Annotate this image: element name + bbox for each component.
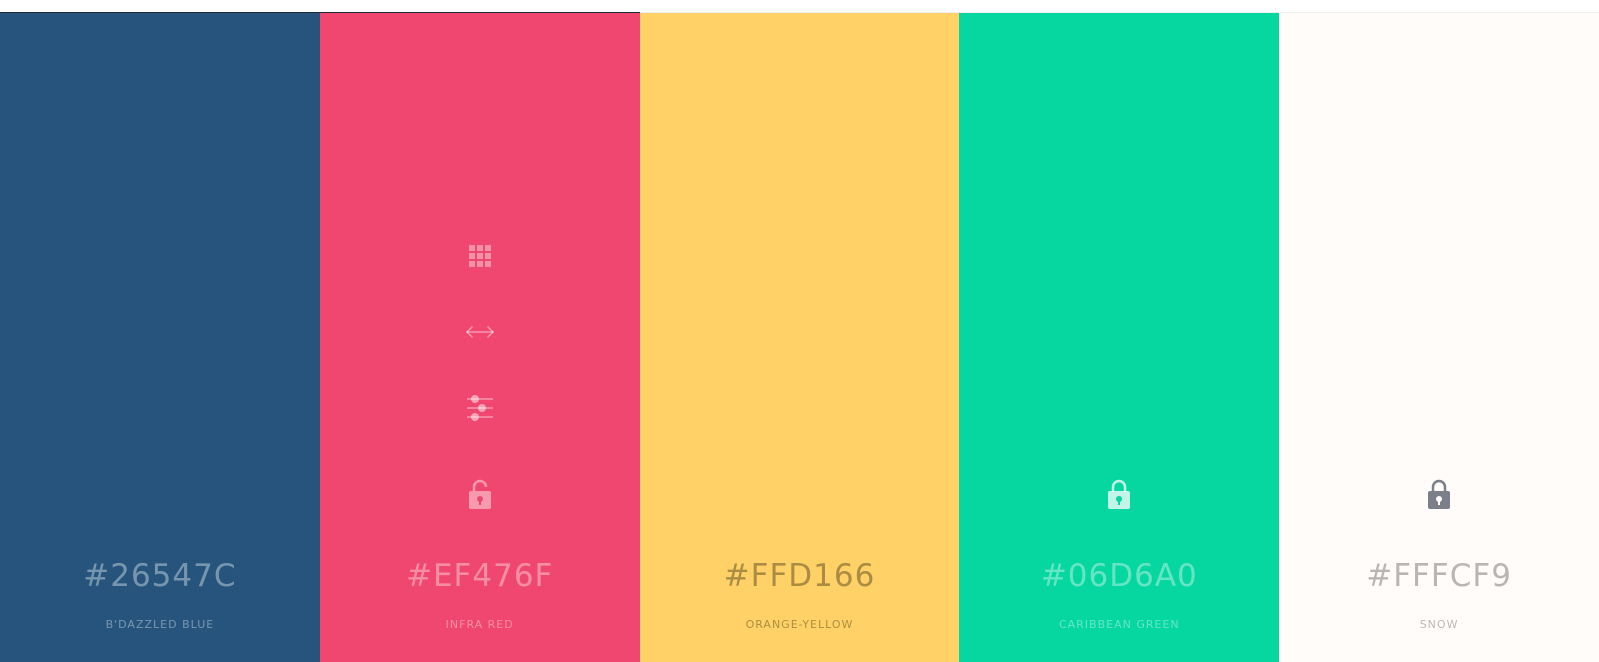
swatch-2[interactable]: #EF476F INFRA RED bbox=[319, 13, 640, 662]
swatch-color-name[interactable]: B'DAZZLED BLUE bbox=[0, 618, 320, 631]
swatch-3[interactable]: #FFD166 ORANGE-YELLOW bbox=[639, 13, 960, 662]
lock-icon[interactable] bbox=[1424, 478, 1454, 510]
swatch-hex-code[interactable]: #FFFCF9 bbox=[1279, 558, 1599, 594]
swatch-color-name[interactable]: SNOW bbox=[1279, 618, 1599, 631]
swatch-hex-code[interactable]: #26547C bbox=[0, 558, 320, 594]
swatch-1[interactable]: #26547C B'DAZZLED BLUE bbox=[0, 13, 320, 662]
swatch-tools bbox=[465, 241, 495, 469]
swatch-hex-code[interactable]: #06D6A0 bbox=[959, 558, 1279, 594]
swatch-color-name[interactable]: INFRA RED bbox=[320, 618, 640, 631]
top-toolbar bbox=[0, 0, 1599, 13]
grid-icon[interactable] bbox=[465, 241, 495, 271]
swatch-hex-code[interactable]: #FFD166 bbox=[640, 558, 960, 594]
sliders-icon[interactable] bbox=[465, 393, 495, 423]
swatch-color-name[interactable]: CARIBBEAN GREEN bbox=[959, 618, 1279, 631]
lock-icon[interactable] bbox=[1104, 478, 1134, 510]
swatch-4[interactable]: #06D6A0 CARIBBEAN GREEN bbox=[959, 13, 1280, 662]
swatch-5[interactable]: #FFFCF9 SNOW bbox=[1279, 13, 1599, 662]
swatch-color-name[interactable]: ORANGE-YELLOW bbox=[640, 618, 960, 631]
drag-arrows-icon[interactable] bbox=[465, 317, 495, 347]
unlock-icon[interactable] bbox=[465, 478, 495, 510]
color-palette: #26547C B'DAZZLED BLUE #EF476F INFRA RED… bbox=[0, 13, 1599, 662]
swatch-hex-code[interactable]: #EF476F bbox=[320, 558, 640, 594]
